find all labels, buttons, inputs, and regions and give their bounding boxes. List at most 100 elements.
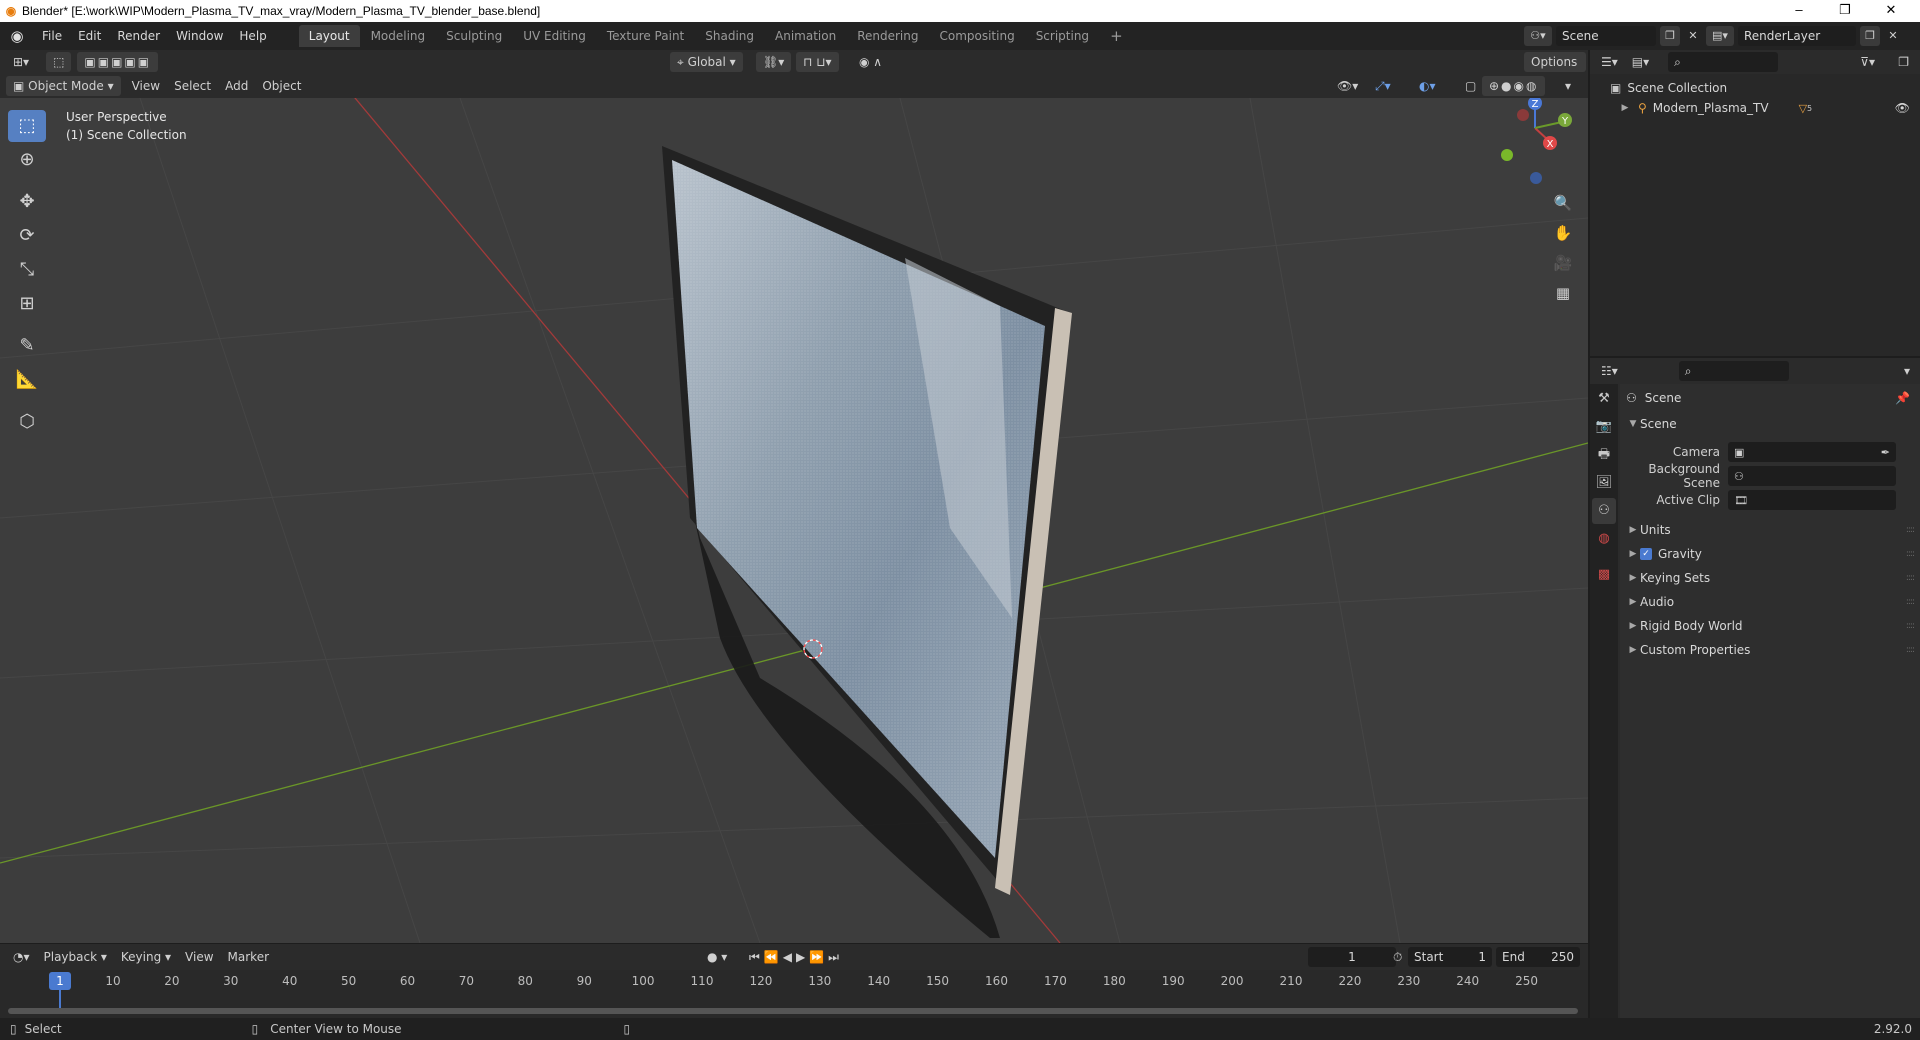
playback-controls-icons[interactable]: ⏮⏪◀▶⏩⏭	[742, 947, 850, 967]
add-workspace-icon[interactable]: +	[1100, 25, 1133, 47]
current-frame-field[interactable]: 1	[1308, 947, 1396, 967]
snap-icon[interactable]: ⊓ ⊔▾	[796, 52, 839, 72]
expand-arrow-icon[interactable]: ▶	[1618, 103, 1632, 113]
scene-browse-icon[interactable]: ⚇▾	[1524, 26, 1552, 46]
menu-view[interactable]: View	[125, 76, 167, 96]
timeline-ruler[interactable]: 1102030405060708090100110120130140150160…	[0, 970, 1588, 1018]
measure-tool-icon[interactable]: 📐	[8, 364, 46, 396]
drag-handle-icon[interactable]: ::::	[1906, 525, 1915, 535]
drag-handle-icon[interactable]: ::::	[1906, 573, 1915, 583]
end-frame-field[interactable]: End 250	[1496, 947, 1580, 967]
new-renderlayer-icon[interactable]: ❐	[1860, 26, 1880, 46]
delete-renderlayer-icon[interactable]: ✕	[1884, 26, 1902, 46]
scene-tab-icon[interactable]: ⚇	[1592, 498, 1616, 524]
drag-handle-icon[interactable]: ::::	[1906, 621, 1915, 631]
menu-select[interactable]: Select	[167, 76, 218, 96]
keying-sets-panel[interactable]: ▶ Keying Sets::::	[1620, 566, 1920, 590]
select-tool-icon[interactable]: ⬚	[46, 52, 72, 72]
options-dropdown[interactable]: Options ▾	[1524, 52, 1586, 89]
annotate-tool-icon[interactable]: ✎	[8, 330, 46, 362]
timeline-menu-view[interactable]: View	[178, 947, 220, 967]
menu-render[interactable]: Render	[109, 22, 168, 50]
background-scene-field[interactable]: ⚇	[1728, 466, 1896, 486]
proportional-editing-icon[interactable]: ◉ ∧	[852, 52, 889, 72]
pivot-point-icon[interactable]: ⛓▾	[756, 52, 792, 72]
close-button[interactable]: ✕	[1868, 0, 1914, 22]
drag-handle-icon[interactable]: ::::	[1906, 597, 1915, 607]
menu-object[interactable]: Object	[255, 76, 308, 96]
shading-options-icon[interactable]: ▾	[1558, 76, 1578, 96]
menu-edit[interactable]: Edit	[70, 22, 109, 50]
camera-view-icon[interactable]: 🎥	[1550, 250, 1576, 276]
move-tool-icon[interactable]: ✥	[8, 186, 46, 218]
new-scene-icon[interactable]: ❐	[1660, 26, 1680, 46]
pan-hand-icon[interactable]: ✋	[1550, 220, 1576, 246]
tool-tab-icon[interactable]: ⚒	[1592, 386, 1616, 412]
transform-tool-icon[interactable]: ⊞	[8, 288, 46, 320]
tab-texture-paint[interactable]: Texture Paint	[597, 25, 694, 47]
tab-scripting[interactable]: Scripting	[1026, 25, 1099, 47]
world-tab-icon[interactable]: ◍	[1592, 526, 1616, 552]
render-tab-icon[interactable]: 📷	[1592, 414, 1616, 440]
eyedropper-icon[interactable]: ✒	[1881, 446, 1890, 459]
start-frame-field[interactable]: Start 1	[1408, 947, 1492, 967]
outliner-search-input[interactable]: ⌕	[1668, 52, 1779, 72]
timeline-scrollbar[interactable]	[8, 1008, 1578, 1014]
active-clip-field[interactable]: 🎞	[1728, 490, 1896, 510]
drag-handle-icon[interactable]: ::::	[1906, 549, 1915, 559]
mode-dropdown[interactable]: ▣ Object Mode ▾	[6, 76, 121, 96]
xray-icon[interactable]: ▢	[1458, 76, 1483, 96]
eye-visibility-icon[interactable]: 👁	[1895, 101, 1910, 115]
tab-animation[interactable]: Animation	[765, 25, 846, 47]
playhead[interactable]: 1	[49, 972, 71, 990]
navigation-gizmo[interactable]: Z X Y	[1501, 98, 1572, 184]
units-panel[interactable]: ▶ Units::::	[1620, 518, 1920, 542]
rotate-tool-icon[interactable]: ⟳	[8, 220, 46, 252]
timeline-editor-type-icon[interactable]: ◔▾	[6, 947, 37, 967]
minimize-button[interactable]: –	[1776, 0, 1822, 22]
selection-mode-icons[interactable]: ▣▣▣▣▣	[77, 52, 159, 72]
add-cube-tool-icon[interactable]: ⬡	[8, 406, 46, 438]
drag-handle-icon[interactable]: ::::	[1906, 645, 1915, 655]
outliner-editor-type-icon[interactable]: ☰▾	[1594, 52, 1625, 72]
menu-file[interactable]: File	[34, 22, 70, 50]
delete-scene-icon[interactable]: ✕	[1684, 26, 1702, 46]
tab-layout[interactable]: Layout	[298, 25, 360, 47]
menu-marker[interactable]: Marker	[221, 947, 276, 967]
preview-range-icon[interactable]: ⏱	[1386, 947, 1409, 967]
custom-properties-panel[interactable]: ▶ Custom Properties::::	[1620, 638, 1920, 662]
output-tab-icon[interactable]: 🖶	[1592, 442, 1616, 468]
tab-sculpting[interactable]: Sculpting	[436, 25, 512, 47]
view-layer-tab-icon[interactable]: 🖼	[1592, 470, 1616, 496]
renderlayer-browse-icon[interactable]: ▤▾	[1706, 26, 1734, 46]
properties-editor-type-icon[interactable]: ☷▾	[1594, 361, 1625, 381]
restore-button[interactable]: ❐	[1822, 0, 1868, 22]
gizmo-toggle-icon[interactable]: ⤢▾	[1368, 76, 1398, 96]
rigid-body-world-panel[interactable]: ▶ Rigid Body World::::	[1620, 614, 1920, 638]
scene-panel-header[interactable]: ▼ Scene	[1620, 412, 1920, 436]
renderlayer-field[interactable]: RenderLayer	[1738, 26, 1856, 46]
3d-viewport[interactable]: Z X Y ⬚ ⊕ ✥ ⟳ ⤡ ⊞ ✎ 📐 ⬡ User Perspective…	[0, 98, 1588, 943]
shading-mode-icons[interactable]: ⊕●◉◍	[1482, 76, 1546, 96]
menu-window[interactable]: Window	[168, 22, 231, 50]
camera-field[interactable]: ▣ ✒	[1728, 442, 1896, 462]
menu-add[interactable]: Add	[218, 76, 255, 96]
visibility-icon[interactable]: 👁▾	[1330, 76, 1365, 96]
editor-type-icon[interactable]: ⊞▾	[6, 52, 36, 72]
gravity-panel[interactable]: ▶ ✓ Gravity::::	[1620, 542, 1920, 566]
blender-menu-icon[interactable]: ◉	[0, 27, 34, 45]
properties-options-icon[interactable]: ▾	[1904, 364, 1910, 378]
tab-rendering[interactable]: Rendering	[847, 25, 928, 47]
ortho-toggle-icon[interactable]: ▦	[1550, 280, 1576, 306]
filter-icon[interactable]: ⊽▾	[1853, 52, 1882, 72]
audio-panel[interactable]: ▶ Audio::::	[1620, 590, 1920, 614]
texture-tab-icon[interactable]: ▩	[1592, 562, 1616, 588]
menu-playback[interactable]: Playback ▾	[37, 947, 114, 967]
scene-field[interactable]: Scene	[1556, 26, 1656, 46]
tab-compositing[interactable]: Compositing	[929, 25, 1024, 47]
tab-uv-editing[interactable]: UV Editing	[513, 25, 596, 47]
zoom-icon[interactable]: 🔍	[1550, 190, 1576, 216]
cursor-tool-icon[interactable]: ⊕	[8, 144, 46, 176]
record-icon[interactable]: ● ▾	[700, 947, 734, 967]
tab-modeling[interactable]: Modeling	[361, 25, 436, 47]
